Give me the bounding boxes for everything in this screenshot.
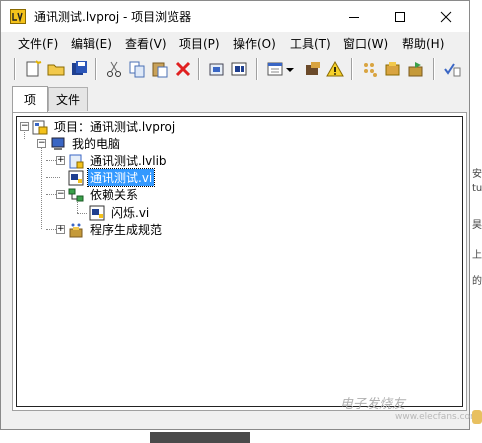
background-text: 昊 bbox=[472, 220, 482, 231]
toolbar-separator bbox=[351, 58, 353, 80]
dependencies-icon bbox=[68, 187, 84, 203]
build-all-icon[interactable] bbox=[230, 59, 250, 79]
tree-node-vi-selected[interactable]: 通讯测试.vi bbox=[68, 168, 156, 187]
view-icon[interactable] bbox=[265, 59, 285, 79]
window-title: 通讯测试.lvproj - 项目浏览器 bbox=[34, 10, 192, 24]
project-tree[interactable]: − 项目：通讯测试.lvproj − 我的电脑 + 通讯测试.lvlib 通讯测… bbox=[16, 116, 463, 407]
menu-tools[interactable]: 工具(T) bbox=[290, 35, 331, 52]
labview-project-icon bbox=[10, 9, 26, 24]
collapse-toggle[interactable]: − bbox=[20, 122, 29, 131]
toolbar bbox=[1, 54, 469, 84]
menu-help[interactable]: 帮助(H) bbox=[402, 35, 444, 52]
tab-bar: 项 文件 bbox=[1, 85, 469, 112]
background-image bbox=[150, 432, 250, 443]
menu-file[interactable]: 文件(F) bbox=[18, 35, 58, 52]
minimize-button[interactable] bbox=[331, 1, 377, 32]
toolbar-separator bbox=[95, 58, 97, 80]
tree-connector bbox=[41, 147, 42, 229]
tree-node-build-specs[interactable]: 程序生成规范 bbox=[68, 221, 164, 238]
paste-icon[interactable] bbox=[150, 59, 170, 79]
background-text: 的 bbox=[472, 276, 482, 287]
tree-label: 通讯测试.vi bbox=[86, 168, 156, 187]
copy-icon[interactable] bbox=[127, 59, 147, 79]
tree-label: 通讯测试.lvlib bbox=[90, 154, 167, 168]
menu-view[interactable]: 查看(V) bbox=[125, 35, 167, 52]
add-folder-icon[interactable] bbox=[360, 59, 380, 79]
toolbar-separator bbox=[256, 58, 258, 80]
project-browser-window: 通讯测试.lvproj - 项目浏览器 文件(F) 编辑(E) 查看(V) 项目… bbox=[0, 0, 470, 430]
tree-label: 依赖关系 bbox=[90, 188, 139, 202]
tree-connector bbox=[24, 130, 25, 139]
menu-edit[interactable]: 编辑(E) bbox=[71, 35, 112, 52]
toolbar-separator bbox=[14, 58, 16, 80]
watermark-logo: 电子发烧友 bbox=[340, 397, 406, 412]
delete-icon[interactable] bbox=[173, 59, 193, 79]
tree-node-library[interactable]: 通讯测试.lvlib bbox=[68, 152, 169, 169]
expand-toggle[interactable]: + bbox=[56, 225, 65, 234]
warning-icon[interactable] bbox=[325, 59, 345, 79]
checklist-icon[interactable] bbox=[442, 59, 462, 79]
tree-label: 项目：通讯测试.lvproj bbox=[54, 120, 176, 134]
toolbar-separator bbox=[433, 58, 435, 80]
expand-toggle[interactable]: + bbox=[56, 156, 65, 165]
tree-label: 闪烁.vi bbox=[111, 206, 150, 220]
menu-project[interactable]: 项目(P) bbox=[179, 35, 220, 52]
title-bar[interactable]: 通讯测试.lvproj - 项目浏览器 bbox=[1, 1, 469, 32]
menu-bar: 文件(F) 编辑(E) 查看(V) 项目(P) 操作(O) 工具(T) 窗口(W… bbox=[1, 32, 469, 53]
menu-operate[interactable]: 操作(O) bbox=[233, 35, 276, 52]
open-icon[interactable] bbox=[46, 59, 66, 79]
library-icon bbox=[68, 153, 84, 169]
tree-connector bbox=[77, 213, 87, 214]
cut-icon[interactable] bbox=[104, 59, 124, 79]
build-specs-icon bbox=[68, 222, 84, 238]
tab-items[interactable]: 项 bbox=[12, 86, 48, 112]
background-text: 上 bbox=[472, 250, 482, 261]
tree-node-my-computer[interactable]: 我的电脑 bbox=[50, 135, 122, 152]
tab-files[interactable]: 文件 bbox=[48, 87, 88, 111]
vi-icon bbox=[89, 205, 105, 221]
tree-node-dependency-vi[interactable]: 闪烁.vi bbox=[89, 204, 151, 221]
add-file-icon[interactable] bbox=[383, 59, 403, 79]
menu-window[interactable]: 窗口(W) bbox=[343, 35, 388, 52]
vi-icon bbox=[68, 170, 84, 186]
collapse-toggle[interactable]: − bbox=[37, 139, 46, 148]
properties-icon[interactable] bbox=[303, 59, 323, 79]
dropdown-icon[interactable] bbox=[285, 59, 295, 79]
background-icon bbox=[472, 410, 482, 424]
build-icon[interactable] bbox=[207, 59, 227, 79]
computer-icon bbox=[50, 136, 66, 152]
watermark-url: www.elecfans.com bbox=[395, 412, 479, 422]
tree-connector bbox=[46, 177, 60, 178]
tree-node-dependencies[interactable]: 依赖关系 bbox=[68, 186, 140, 203]
maximize-button[interactable] bbox=[377, 1, 423, 32]
sync-icon[interactable] bbox=[406, 59, 426, 79]
new-icon[interactable] bbox=[23, 59, 43, 79]
project-icon bbox=[32, 119, 48, 135]
tree-label: 我的电脑 bbox=[72, 137, 121, 151]
toolbar-separator bbox=[198, 58, 200, 80]
save-all-icon[interactable] bbox=[69, 59, 89, 79]
tree-node-project[interactable]: 项目：通讯测试.lvproj bbox=[32, 118, 177, 135]
background-text: tu bbox=[472, 183, 482, 194]
background-text: 安 bbox=[472, 169, 482, 180]
collapse-toggle[interactable]: − bbox=[56, 190, 65, 199]
close-button[interactable] bbox=[423, 1, 469, 32]
project-tree-panel: − 项目：通讯测试.lvproj − 我的电脑 + 通讯测试.lvlib 通讯测… bbox=[12, 112, 467, 411]
tree-label: 程序生成规范 bbox=[90, 223, 163, 237]
